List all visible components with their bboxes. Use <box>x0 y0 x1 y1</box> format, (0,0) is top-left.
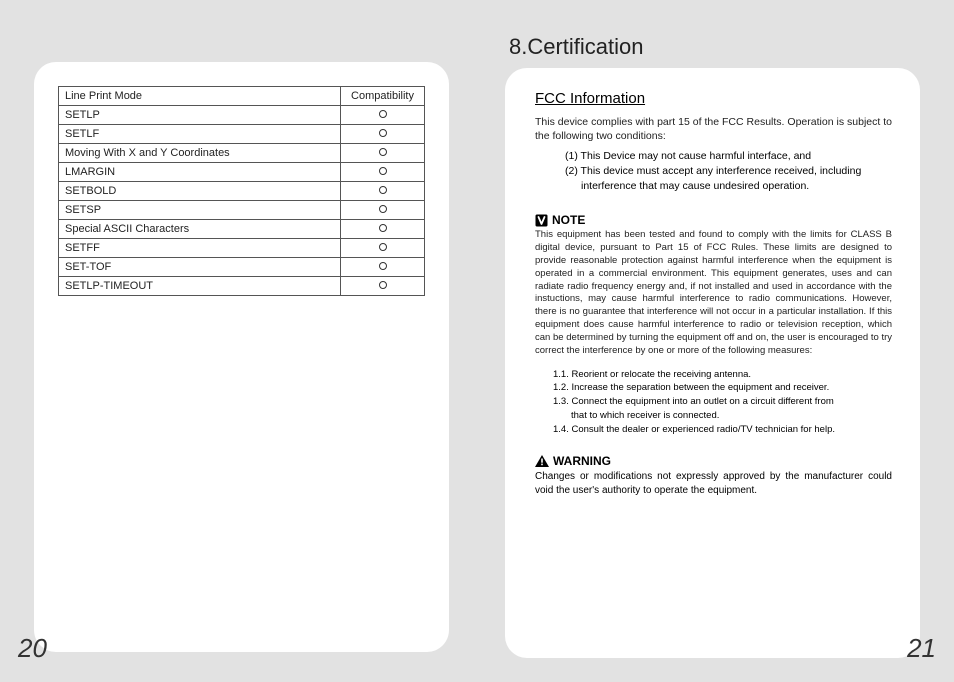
compat-mark-icon <box>379 110 387 118</box>
condition-1: (1) This Device may not cause harmful in… <box>565 149 892 164</box>
fcc-intro: This device complies with part 15 of the… <box>535 115 892 143</box>
left-card: Line Print Mode Compatibility SETLP SETL… <box>34 62 449 652</box>
th-compat: Compatibility <box>341 87 425 106</box>
fcc-heading: FCC Information <box>535 90 892 107</box>
compat-mark-icon <box>379 129 387 137</box>
fcc-conditions: (1) This Device may not cause harmful in… <box>565 149 892 193</box>
table-row: Moving With X and Y Coordinates <box>59 144 425 163</box>
condition-2a: (2) This device must accept any interfer… <box>565 164 892 179</box>
compat-mark-icon <box>379 224 387 232</box>
compat-mark-icon <box>379 148 387 156</box>
warning-label-row: WARNING <box>535 454 892 468</box>
compat-mark-icon <box>379 186 387 194</box>
table-row: SETSP <box>59 201 425 220</box>
compat-mark-icon <box>379 243 387 251</box>
table-row: Special ASCII Characters <box>59 220 425 239</box>
note-body: This equipment has been tested and found… <box>535 229 892 357</box>
command-table: Line Print Mode Compatibility SETLP SETL… <box>58 86 425 296</box>
warning-label: WARNING <box>553 454 611 468</box>
right-card: FCC Information This device complies wit… <box>505 68 920 658</box>
page-number-right: 21 <box>907 633 936 664</box>
compat-mark-icon <box>379 205 387 213</box>
condition-2b: interference that may cause undesired op… <box>565 179 892 194</box>
measure-3a: 1.3. Connect the equipment into an outle… <box>553 395 892 409</box>
section-title: 8.Certification <box>509 28 920 60</box>
table-row: LMARGIN <box>59 163 425 182</box>
page-left: Line Print Mode Compatibility SETLP SETL… <box>0 0 477 682</box>
table-row: SETFF <box>59 239 425 258</box>
measure-4: 1.4. Consult the dealer or experienced r… <box>553 423 892 437</box>
th-mode: Line Print Mode <box>59 87 341 106</box>
table-row: SETLP <box>59 106 425 125</box>
compat-mark-icon <box>379 167 387 175</box>
note-icon <box>535 214 548 227</box>
note-label-row: NOTE <box>535 213 892 227</box>
table-row: SET-TOF <box>59 258 425 277</box>
page-right: 8.Certification FCC Information This dev… <box>477 0 954 682</box>
table-row: SETBOLD <box>59 182 425 201</box>
table-row: SETLF <box>59 125 425 144</box>
compat-mark-icon <box>379 281 387 289</box>
note-measures: 1.1. Reorient or relocate the receiving … <box>553 368 892 437</box>
table-row: SETLP-TIMEOUT <box>59 277 425 296</box>
note-label: NOTE <box>552 213 585 227</box>
measure-2: 1.2. Increase the separation between the… <box>553 381 892 395</box>
compat-mark-icon <box>379 262 387 270</box>
measure-3b: that to which receiver is connected. <box>553 409 892 423</box>
measure-1: 1.1. Reorient or relocate the receiving … <box>553 368 892 382</box>
warning-body: Changes or modifications not expressly a… <box>535 470 892 497</box>
warning-icon <box>535 455 549 467</box>
page-number-left: 20 <box>18 633 47 664</box>
